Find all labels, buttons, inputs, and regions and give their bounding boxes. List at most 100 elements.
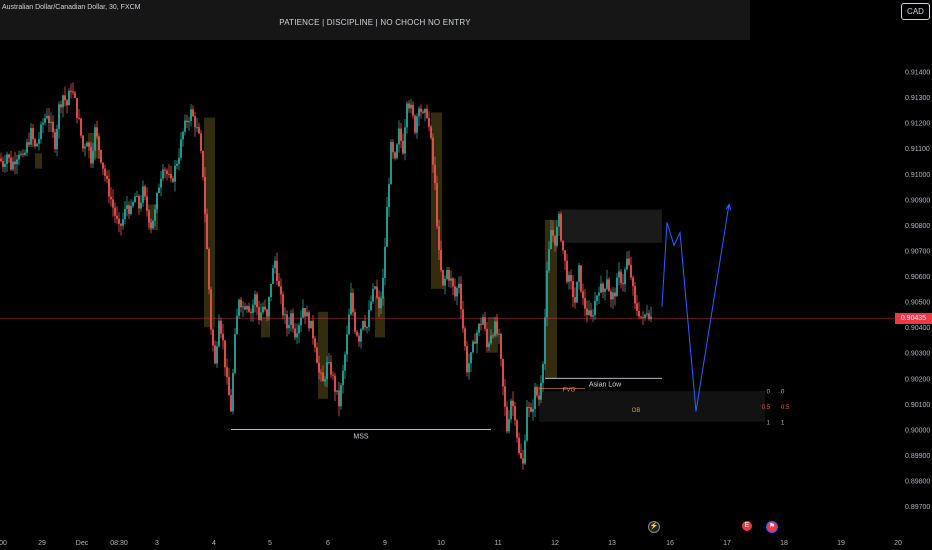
- candle-body: [408, 103, 410, 109]
- candle-body: [20, 153, 22, 155]
- candle-body: [624, 269, 626, 285]
- candle-body: [520, 452, 522, 459]
- candle-body: [90, 146, 92, 164]
- candle-body: [438, 226, 440, 251]
- candle-body: [590, 310, 592, 317]
- y-tick-label: 0.91300: [905, 95, 930, 102]
- candle-body: [22, 153, 24, 155]
- candle-body: [598, 292, 600, 296]
- candle-body: [38, 139, 40, 144]
- banner-text: PATIENCE | DISCIPLINE | NO CHOCH NO ENTR…: [279, 18, 471, 27]
- candle-body: [442, 269, 444, 286]
- candle-body: [580, 265, 582, 292]
- candle-body: [386, 206, 388, 247]
- candle-body: [170, 173, 172, 179]
- candle-body: [2, 161, 4, 167]
- candle-body: [88, 142, 90, 147]
- candle-body: [84, 146, 86, 149]
- candle-body: [646, 313, 648, 315]
- candle-body: [564, 250, 566, 261]
- y-tick-label: 0.90800: [905, 223, 930, 230]
- candle-body: [372, 288, 374, 302]
- y-tick-label: 0.90300: [905, 351, 930, 358]
- candle-body: [406, 103, 408, 128]
- price-chart[interactable]: 0.91400 0.91300 0.91200 0.91100 0.91000 0.909…: [0, 0, 932, 550]
- candle-body: [8, 154, 10, 158]
- y-tick-label: 0.90400: [905, 325, 930, 332]
- currency-button[interactable]: CAD: [901, 3, 930, 20]
- candle-body: [298, 325, 300, 334]
- candle-body: [610, 291, 612, 300]
- candle-body: [86, 142, 88, 147]
- projection-path: [661, 204, 730, 412]
- candle-body: [608, 279, 610, 292]
- candle-body: [228, 377, 230, 396]
- candle-body: [436, 183, 438, 227]
- ob-label: OB: [632, 408, 641, 414]
- candle-body: [250, 311, 252, 313]
- candle-body: [360, 329, 362, 342]
- candle-body: [546, 270, 548, 318]
- candle-body: [196, 127, 198, 129]
- candle-body: [190, 109, 192, 122]
- candle-body: [416, 116, 418, 133]
- x-tick-label: 12: [551, 540, 559, 547]
- candle-body: [358, 335, 360, 342]
- candle-body: [526, 406, 528, 441]
- candle-body: [378, 297, 380, 309]
- candle-body: [134, 196, 136, 203]
- y-tick-label: 0.90600: [905, 274, 930, 281]
- candle-body: [106, 175, 108, 179]
- x-tick-label: 5: [268, 540, 272, 547]
- candle-body: [412, 104, 414, 116]
- candle-body: [188, 121, 190, 123]
- candle-body: [294, 328, 296, 338]
- candle-body: [444, 278, 446, 286]
- candle-body: [120, 223, 122, 226]
- candle-body: [478, 323, 480, 333]
- lightning-icon[interactable]: ⚡: [648, 521, 660, 533]
- candle-body: [484, 317, 486, 329]
- candle-body: [502, 358, 504, 387]
- candle-body: [230, 395, 232, 412]
- asian-low-label: Asian Low: [589, 381, 622, 388]
- candle-body: [278, 280, 280, 287]
- candle-body: [136, 196, 138, 198]
- flag-event-icon[interactable]: ⚑: [766, 521, 778, 533]
- candle-body: [614, 292, 616, 297]
- calendar-event-icon[interactable]: E: [742, 521, 752, 531]
- last-price-tag: 0.90435: [895, 313, 932, 324]
- y-tick-label: 0.90900: [905, 197, 930, 204]
- candle-body: [352, 292, 354, 313]
- candle-body: [620, 271, 622, 284]
- candle-body: [532, 408, 534, 412]
- candle-body: [376, 286, 378, 298]
- candle-body: [198, 127, 200, 134]
- candle-body: [72, 91, 74, 93]
- candle-body: [488, 343, 490, 348]
- candle-body: [194, 116, 196, 128]
- candle-body: [142, 186, 144, 203]
- candle-body: [606, 279, 608, 289]
- candle-body: [552, 229, 554, 236]
- candle-body: [576, 281, 578, 303]
- candle-body: [56, 128, 58, 150]
- x-tick-label: 19: [837, 540, 845, 547]
- candle-body: [382, 277, 384, 299]
- candle-body: [422, 111, 424, 113]
- candle-body: [214, 345, 216, 364]
- fib-level-right: 1: [781, 420, 785, 426]
- candle-body: [260, 312, 262, 321]
- candle-body: [18, 154, 20, 160]
- candle-body: [46, 115, 48, 119]
- candle-body: [240, 299, 242, 308]
- candle-body: [558, 213, 560, 227]
- candle-body: [216, 346, 218, 364]
- order-block-zone: [204, 117, 215, 328]
- candle-body: [122, 219, 124, 226]
- candle-body: [594, 300, 596, 316]
- candle-body: [256, 294, 258, 308]
- candle-body: [280, 286, 282, 295]
- candle-body: [600, 283, 602, 293]
- candle-body: [472, 341, 474, 353]
